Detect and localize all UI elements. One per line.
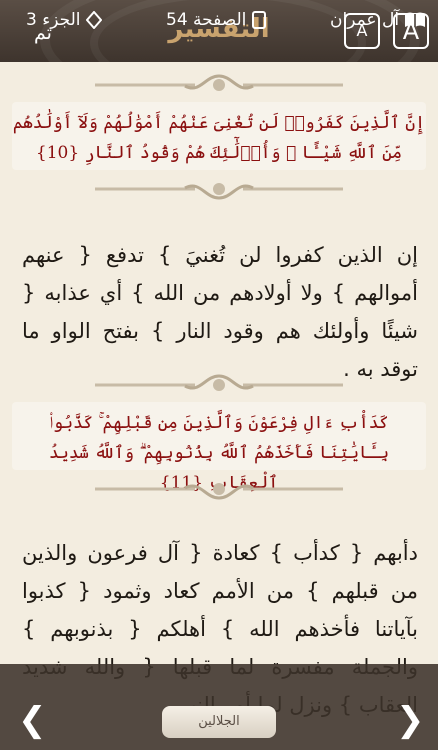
verse-block[interactable]: كَدَأْبِ ءَالِ فِرْعَوْنَ وَٱلَّذِينَ مِ… <box>12 402 426 493</box>
next-chevron-icon[interactable]: ❯ <box>396 700 425 740</box>
book-icon <box>405 12 426 27</box>
prev-chevron-icon[interactable]: ❮ <box>18 700 47 740</box>
surah-name: آل عمران <box>330 10 400 30</box>
page-info[interactable]: الصفحة 54 <box>166 10 266 30</box>
juz-number: الجزء 3 <box>26 10 81 30</box>
diamond-icon <box>85 11 102 29</box>
page-icon <box>251 11 266 29</box>
ornament-bottom-icon <box>95 183 343 200</box>
ornament-bottom-icon <box>95 483 343 500</box>
verse-number: {10} <box>35 143 80 163</box>
verse-block[interactable]: إِنَّ ٱلَّذِينَ كَفَرُوا۟ لَن تُغْنِىَ ع… <box>12 102 426 170</box>
surah-info[interactable]: آل عمران <box>330 10 426 30</box>
juz-info[interactable]: الجزء 3 <box>26 10 102 30</box>
tafsir-text: إن الذين كفروا لن تُغنيَ } تدفع { عنهم أ… <box>22 243 418 381</box>
ornament-top-icon <box>95 374 343 391</box>
tafsir-source-button[interactable]: الجلالين <box>162 706 276 738</box>
page-number: الصفحة 54 <box>166 10 247 30</box>
ornament-top-icon <box>95 74 343 91</box>
